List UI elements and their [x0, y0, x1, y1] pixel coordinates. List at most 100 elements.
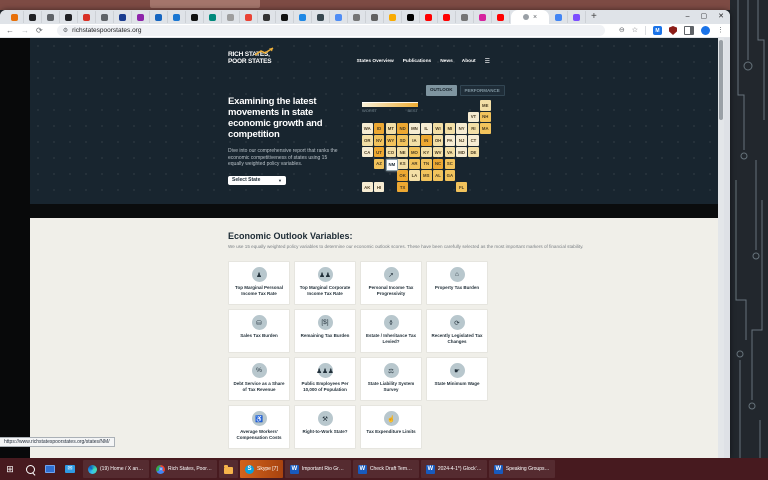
map-state-VT[interactable]: VT [468, 112, 479, 123]
variable-card[interactable]: ⚱Estate / Inheritance Tax Levied? [360, 309, 422, 353]
pinned-tab[interactable] [276, 11, 294, 23]
forward-button[interactable]: → [21, 26, 29, 35]
pinned-tab[interactable] [204, 11, 222, 23]
variable-card[interactable]: ⚖State Liability System Survey [360, 357, 422, 401]
map-state-AK[interactable]: AK [362, 182, 373, 193]
map-state-WY[interactable]: WY [386, 135, 397, 146]
map-state-SD[interactable]: SD [397, 135, 408, 146]
nav-news[interactable]: News [440, 59, 453, 64]
map-state-DE[interactable]: DE [468, 147, 479, 158]
map-state-CO[interactable]: CO [386, 147, 397, 158]
variable-card[interactable]: ⌂Property Tax Burden [426, 261, 488, 305]
pinned-tab[interactable] [438, 11, 456, 23]
map-state-NC[interactable]: NC [433, 159, 444, 170]
map-state-TX[interactable]: TX [397, 182, 408, 193]
pinned-tab[interactable] [6, 11, 24, 23]
taskbar-search-button[interactable] [20, 458, 40, 480]
site-info-icon[interactable]: ⚙ [63, 27, 68, 34]
map-state-AL[interactable]: AL [433, 170, 444, 181]
pinned-tab[interactable] [78, 11, 96, 23]
pinned-tab[interactable] [60, 11, 78, 23]
minimize-button[interactable]: – [686, 13, 690, 21]
map-state-IL[interactable]: IL [421, 123, 432, 134]
bookmark-star-icon[interactable]: ☆ [632, 27, 638, 35]
pinned-tab[interactable] [42, 11, 60, 23]
pinned-tab[interactable] [96, 11, 114, 23]
map-state-TN[interactable]: TN [421, 159, 432, 170]
side-panel-icon[interactable] [684, 26, 694, 35]
pinned-tab[interactable] [420, 11, 438, 23]
taskbar-skype-button[interactable]: Skype [7] [240, 460, 283, 478]
map-state-NV[interactable]: NV [374, 135, 385, 146]
nav-menu-icon[interactable]: ☰ [485, 58, 490, 65]
pinned-tab[interactable] [402, 11, 420, 23]
map-state-NJ[interactable]: NJ [456, 135, 467, 146]
map-state-WI[interactable]: WI [433, 123, 444, 134]
map-state-IN[interactable]: IN [421, 135, 432, 146]
pinned-tab[interactable] [168, 11, 186, 23]
map-state-WV[interactable]: WV [433, 147, 444, 158]
pinned-tab[interactable] [456, 11, 474, 23]
map-state-CT[interactable]: CT [468, 135, 479, 146]
pinned-tab[interactable] [312, 11, 330, 23]
taskbar-chrome-button[interactable]: Rich States, Poor St... [151, 460, 217, 478]
map-state-AZ[interactable]: AZ [374, 159, 385, 170]
map-state-PA[interactable]: PA [445, 135, 456, 146]
map-state-NH[interactable]: NH [480, 112, 491, 123]
map-state-ID[interactable]: ID [374, 123, 385, 134]
tab-close-icon[interactable]: × [533, 14, 537, 21]
taskbar-folder-button[interactable] [219, 460, 238, 478]
pinned-tab[interactable] [384, 11, 402, 23]
profile-avatar[interactable] [701, 26, 710, 35]
scrollbar-thumb[interactable] [719, 40, 723, 120]
pinned-tab[interactable] [330, 11, 348, 23]
map-state-MD[interactable]: MD [456, 147, 467, 158]
zoom-icon[interactable]: ⊖ [619, 27, 625, 35]
map-state-KY[interactable]: KY [421, 147, 432, 158]
variable-card[interactable]: ♿Average Workers' Compensation Costs [228, 405, 290, 449]
map-state-UT[interactable]: UT [374, 147, 385, 158]
taskbar-word-button[interactable]: Check Draft Templa... [353, 460, 419, 478]
pinned-tab[interactable] [114, 11, 132, 23]
maximize-button[interactable]: ▢ [701, 13, 708, 21]
task-view-button[interactable] [40, 458, 60, 480]
map-state-MT[interactable]: MT [386, 123, 397, 134]
pinned-tab[interactable] [568, 11, 586, 23]
map-state-ND[interactable]: ND [397, 123, 408, 134]
variable-card[interactable]: ↗Personal Income Tax Progressivity [360, 261, 422, 305]
map-state-MS[interactable]: MS [421, 170, 432, 181]
taskbar-word-button[interactable]: Important Rio Gran... [285, 460, 351, 478]
map-state-OR[interactable]: OR [362, 135, 373, 146]
pinned-tab[interactable] [186, 11, 204, 23]
pinned-tab[interactable] [492, 11, 510, 23]
back-button[interactable]: ← [6, 26, 14, 35]
pinned-tab[interactable] [258, 11, 276, 23]
map-state-CA[interactable]: CA [362, 147, 373, 158]
nav-publications[interactable]: Publications [403, 59, 432, 64]
map-state-AR[interactable]: AR [409, 159, 420, 170]
pinned-tab[interactable] [474, 11, 492, 23]
variable-card[interactable]: ⛁Sales Tax Burden [228, 309, 290, 353]
map-state-NM[interactable]: NM [386, 159, 399, 172]
map-state-OK[interactable]: OK [397, 170, 408, 181]
address-bar[interactable]: ⚙ richstatespoorstates.org [57, 25, 605, 36]
pinned-tab[interactable] [132, 11, 150, 23]
taskbar-edge-button[interactable]: (19) Home / X and ... [83, 460, 149, 478]
nav-about[interactable]: About [462, 59, 476, 64]
new-tab-button[interactable]: + [591, 12, 597, 22]
map-state-IA[interactable]: IA [409, 135, 420, 146]
pinned-tab[interactable] [550, 11, 568, 23]
pinned-tab[interactable] [294, 11, 312, 23]
map-state-NE[interactable]: NE [397, 147, 408, 158]
page-scrollbar[interactable] [718, 38, 724, 458]
taskbar-word-button[interactable]: 2024-4-1*) Glock's d... [421, 460, 487, 478]
pinned-tab[interactable] [150, 11, 168, 23]
variable-card[interactable]: ☛State Minimum Wage [426, 357, 488, 401]
map-state-RI[interactable]: RI [468, 123, 479, 134]
select-state-dropdown[interactable]: Select State ▼ [228, 176, 286, 185]
map-state-SC[interactable]: SC [445, 159, 456, 170]
map-state-KS[interactable]: KS [397, 159, 408, 170]
extension-shield-icon[interactable] [669, 26, 677, 35]
map-state-HI[interactable]: HI [374, 182, 385, 193]
map-toggle-outlook[interactable]: OUTLOOK [426, 85, 457, 96]
